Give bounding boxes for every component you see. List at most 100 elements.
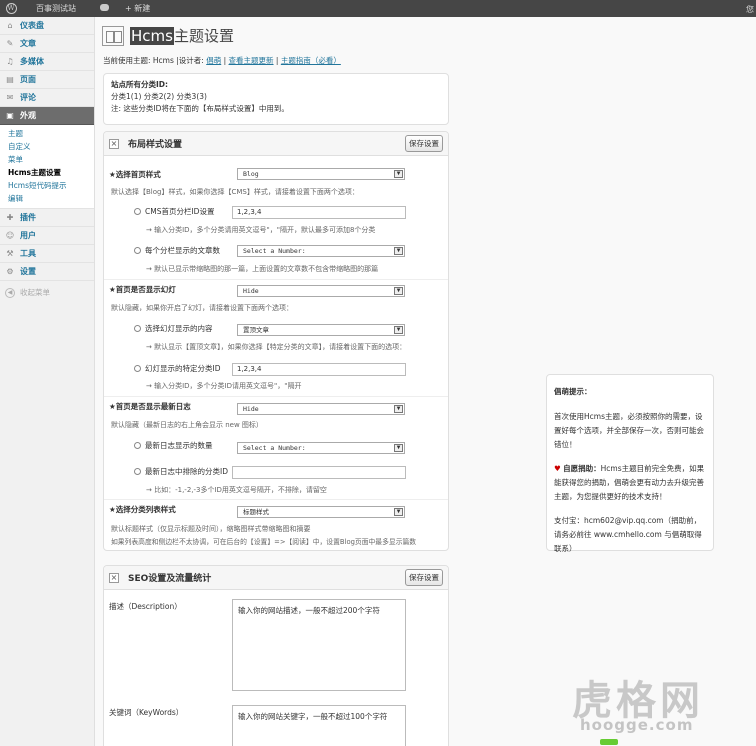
cms-cat-input[interactable]: 1,2,3,4	[232, 206, 406, 219]
home-style-help: 默认选择【Blog】样式，如果你选择【CMS】样式，请接着设置下面两个选项：	[111, 188, 359, 196]
latest-excl-help: → 比如：-1,-2,-3多个ID用英文逗号隔开，不排除，请留空	[146, 486, 327, 494]
category-ids-box: 站点所有分类ID: 分类1(1) 分类2(2) 分类3(3) 注: 这些分类ID…	[103, 73, 449, 125]
menu-posts[interactable]: ✎ 文章	[0, 35, 94, 53]
wordpress-logo-icon[interactable]: W	[0, 0, 22, 17]
theme-guide-link[interactable]: 主题指南（必看）	[281, 56, 341, 65]
author-tips-box: 倡萌提示： 首次使用Hcms主题，必须按照你的需要，设置好每个选项，并全部保存一…	[546, 374, 714, 553]
dashboard-icon: ⌂	[7, 20, 13, 30]
tips-title: 倡萌提示：	[554, 387, 592, 396]
seo-settings-header: × SEO设置及流量统计 保存设置	[104, 566, 448, 590]
menu-dashboard[interactable]: ⌂ 仪表盘	[0, 17, 94, 35]
posts-per-select[interactable]: Select a Number: ▼	[237, 245, 405, 257]
plugins-icon: ✚	[6, 212, 14, 222]
designer-link[interactable]: 倡萌	[206, 56, 221, 65]
site-watermark: 虎格网 hoogge.com	[572, 668, 747, 745]
radio-icon	[134, 442, 141, 449]
settings-icon: ⚙	[6, 266, 14, 276]
list-style-help-1: 默认标题样式（仅显示标题及时间），缩略图样式带缩略图和摘要	[111, 525, 311, 533]
radio-icon	[134, 208, 141, 215]
pages-icon: ▤	[6, 74, 14, 84]
collapse-menu-button[interactable]: ◀ 收起菜单	[0, 287, 94, 298]
page-title: Hcms主题设置	[130, 27, 234, 45]
latest-excl-label: 最新日志中排除的分类ID	[134, 466, 228, 477]
submenu-hcms-settings[interactable]: Hcms主题设置	[0, 166, 94, 179]
category-ids-title: 站点所有分类ID:	[111, 80, 169, 89]
theme-info-line: 当前使用主题: Hcms |设计者: 倡萌 | 查看主题更新 | 主题指南（必看…	[103, 56, 341, 65]
users-icon: ☺	[5, 230, 15, 240]
slider-content-help: → 默认显示【置顶文章】，如果你选择【特定分类的文章】，请接着设置下面的选项：	[146, 343, 407, 351]
description-textarea[interactable]: 输入你的网站描述，一般不超过200个字符	[232, 599, 406, 691]
posts-per-label: 每个分栏显示的文章数	[134, 245, 220, 256]
latest-num-select[interactable]: Select a Number: ▼	[237, 442, 405, 454]
description-label: 描述（Description）	[109, 602, 182, 611]
latest-excl-input[interactable]	[232, 466, 406, 479]
watermark-badge	[600, 739, 618, 745]
submenu-hcms-shortcodes[interactable]: Hcms短代码提示	[0, 179, 94, 192]
radio-icon	[134, 247, 141, 254]
tips-donate: ♥ 自愿捐助：Hcms主题目前完全免费，如果能获得您的捐助，倡萌会更有动力去升级…	[554, 464, 705, 501]
submenu-menus[interactable]: 菜单	[0, 153, 94, 166]
menu-comments[interactable]: ✉ 评论	[0, 89, 94, 107]
tools-icon: ⚒	[6, 248, 14, 258]
submenu-themes[interactable]: 主题	[0, 127, 94, 140]
submenu-editor[interactable]: 编辑	[0, 192, 94, 205]
comments-icon[interactable]	[90, 4, 119, 13]
latest-select[interactable]: Hide ▼	[237, 403, 405, 415]
divider	[104, 396, 448, 397]
toggle-panel-icon[interactable]: ×	[109, 138, 119, 149]
slider-cat-label: 幻灯显示的特定分类ID	[134, 363, 221, 374]
keywords-label: 关键词（KeyWords）	[109, 708, 184, 717]
menu-plugins[interactable]: ✚ 插件	[0, 209, 94, 227]
media-icon: ♫	[6, 56, 14, 66]
menu-users[interactable]: ☺ 用户	[0, 227, 94, 245]
list-style-help-2: 如果列表高度和侧边栏不太协调，可在后台的【设置】=>【阅读】中，设置Blog页面…	[111, 538, 417, 546]
menu-tools[interactable]: ⚒ 工具	[0, 245, 94, 263]
tips-first-use: 首次使用Hcms主题，必须按照你的需要，设置好每个选项，并全部保存一次，否则可能…	[554, 412, 704, 449]
seo-settings-title: SEO设置及流量统计	[128, 574, 212, 584]
chevron-down-icon: ▼	[394, 247, 403, 255]
seo-save-button[interactable]: 保存设置	[405, 569, 443, 586]
menu-settings[interactable]: ⚙ 设置	[0, 263, 94, 281]
layout-save-button[interactable]: 保存设置	[405, 135, 443, 152]
posts-per-help: → 默认已显示带缩略图的那一篇，上面设置的文章数不包含带缩略图的那篇	[146, 265, 379, 273]
seo-settings-box: × SEO设置及流量统计 保存设置 描述（Description） 输入你的网站…	[103, 565, 449, 746]
collapse-arrow-icon: ◀	[5, 287, 15, 298]
submenu-customize[interactable]: 自定义	[0, 140, 94, 153]
slider-cat-help: → 输入分类ID，多个分类ID请用英文逗号"，"隔开	[146, 382, 302, 390]
chevron-down-icon: ▼	[394, 405, 403, 413]
latest-help: 默认隐藏（最新日志的右上角会显示 new 图标）	[111, 421, 263, 429]
new-content-button[interactable]: + 新建	[119, 3, 156, 14]
appearance-icon: ▣	[6, 110, 14, 120]
heart-icon: ♥	[554, 464, 561, 473]
appearance-page-icon	[102, 25, 124, 46]
keywords-textarea[interactable]: 输入你的网站关键字，一般不超过100个字符	[232, 705, 406, 746]
account-greeting[interactable]: 您	[746, 4, 754, 15]
divider	[104, 499, 448, 500]
page-header: Hcms主题设置	[102, 25, 234, 46]
list-style-select[interactable]: 标题样式 ▼	[237, 506, 405, 518]
home-style-select[interactable]: Blog ▼	[237, 168, 405, 180]
chevron-down-icon: ▼	[394, 170, 403, 178]
slider-cat-input[interactable]: 1,2,3,4	[232, 363, 406, 376]
theme-update-link[interactable]: 查看主题更新	[229, 56, 274, 65]
slider-content-select[interactable]: 置顶文章 ▼	[237, 324, 405, 336]
category-ids-list: 分类1(1) 分类2(2) 分类3(3)	[111, 92, 207, 101]
radio-icon	[134, 365, 141, 372]
appearance-submenu: 主题 自定义 菜单 Hcms主题设置 Hcms短代码提示 编辑	[0, 125, 94, 209]
site-name-link[interactable]: 百事测试站	[22, 3, 90, 14]
menu-media[interactable]: ♫ 多媒体	[0, 53, 94, 71]
layout-settings-header: × 布局样式设置 保存设置	[104, 132, 448, 156]
latest-num-label: 最新日志显示的数量	[134, 440, 213, 451]
chevron-down-icon: ▼	[394, 508, 403, 516]
chevron-down-icon: ▼	[394, 444, 403, 452]
menu-appearance[interactable]: ▣ 外观	[0, 107, 94, 125]
layout-settings-title: 布局样式设置	[128, 140, 183, 150]
slider-select[interactable]: Hide ▼	[237, 285, 405, 297]
toggle-panel-icon[interactable]: ×	[109, 572, 119, 583]
slider-help: 默认隐藏，如果你开启了幻灯，请接着设置下面两个选项：	[111, 304, 293, 312]
home-style-label: ★选择首页样式	[109, 170, 161, 179]
comments-menu-icon: ✉	[6, 92, 14, 102]
chevron-down-icon: ▼	[394, 326, 403, 334]
menu-pages[interactable]: ▤ 页面	[0, 71, 94, 89]
radio-icon	[134, 468, 141, 475]
